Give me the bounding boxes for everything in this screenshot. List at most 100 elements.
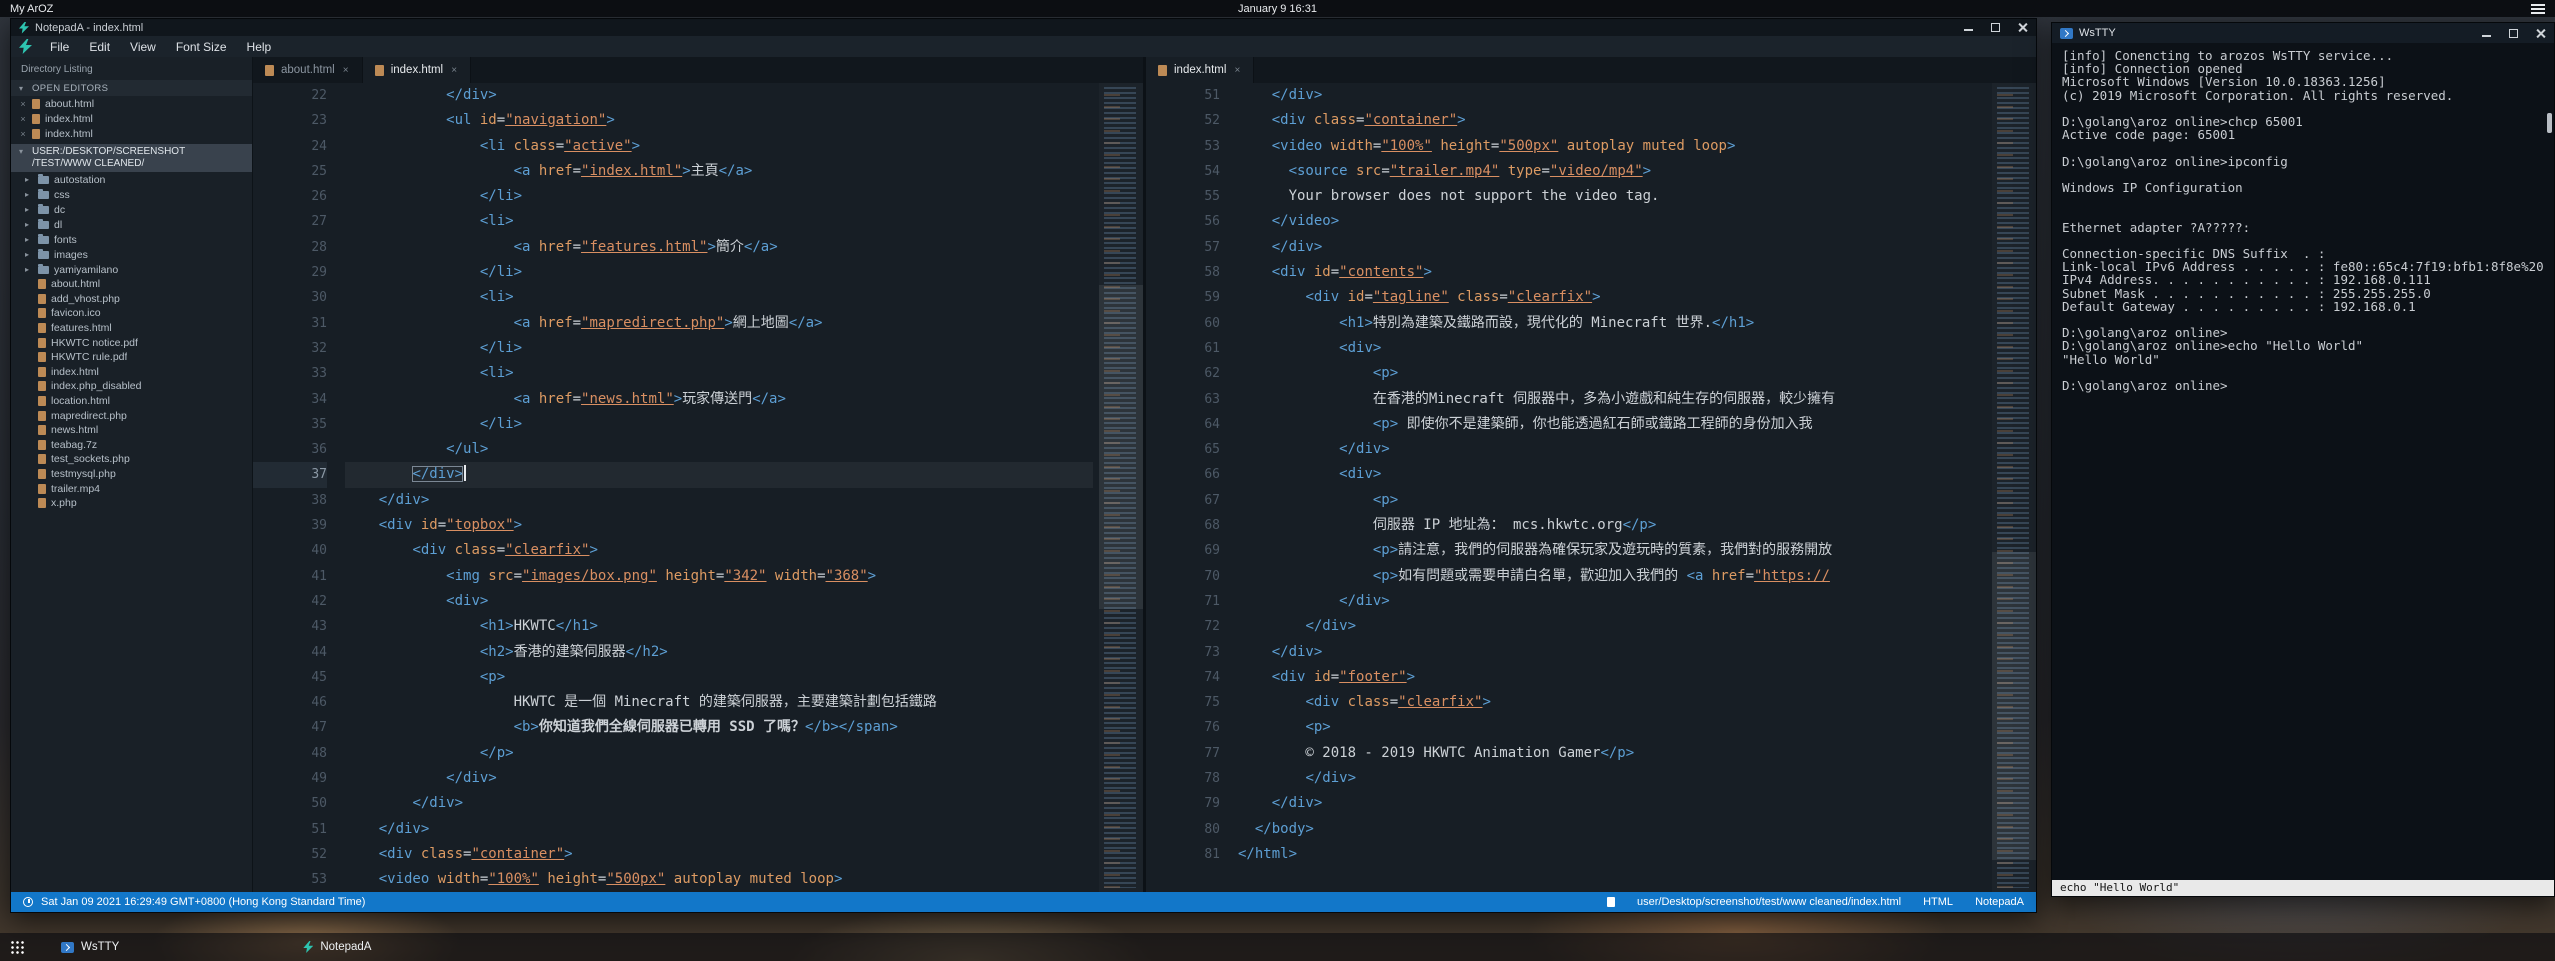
file-item[interactable]: testmysql.php (11, 467, 252, 482)
folder-list: ▸autostation▸css▸dc▸dl▸fonts▸images▸yami… (11, 172, 252, 277)
terminal-scrollbar[interactable] (2547, 113, 2552, 133)
folder-label: css (54, 189, 70, 201)
status-app-name: NotepadA (1975, 896, 2024, 908)
folder-item[interactable]: ▸ yamiyamilano (11, 262, 252, 277)
minimize-button[interactable] (1963, 22, 1974, 33)
taskbar-item-wstty[interactable]: WsTTY (53, 933, 127, 961)
code-editor-right[interactable]: </div> <div class="container"> <video wi… (1234, 83, 2036, 892)
minimap[interactable] (1099, 83, 1143, 892)
file-item[interactable]: news.html (11, 423, 252, 438)
file-icon (38, 484, 46, 494)
file-label: teabag.7z (51, 439, 97, 451)
tab-label: index.html (391, 64, 443, 76)
folder-label: yamiyamilano (54, 264, 118, 276)
system-brand[interactable]: My ArOZ (10, 3, 53, 15)
notepada-icon (303, 941, 313, 953)
file-icon (38, 425, 46, 435)
menu-file[interactable]: File (40, 40, 79, 54)
taskbar-item-notepada[interactable]: NotepadA (295, 933, 379, 961)
terminal-output[interactable]: [info] Conencting to arozos WsTTY servic… (2052, 43, 2546, 880)
status-syntax-mode[interactable]: HTML (1923, 896, 1953, 908)
open-editor-label: index.html (45, 113, 93, 125)
file-item[interactable]: features.html (11, 321, 252, 336)
system-clock: January 9 16:31 (1238, 3, 1317, 15)
file-icon (38, 381, 46, 391)
folder-item[interactable]: ▸fonts (11, 232, 252, 247)
file-item[interactable]: location.html (11, 394, 252, 409)
wstty-titlebar[interactable]: WsTTY (2052, 23, 2554, 43)
file-label: HKWTC notice.pdf (51, 337, 138, 349)
close-button[interactable] (2017, 22, 2028, 33)
open-editor-item[interactable]: × about.html (11, 96, 252, 111)
window-title: NotepadA - index.html (35, 22, 143, 34)
folder-item[interactable]: ▸dc (11, 202, 252, 217)
tab-index.html[interactable]: index.html × (1146, 57, 1254, 83)
menu-view[interactable]: View (120, 40, 166, 54)
file-item[interactable]: trailer.mp4 (11, 481, 252, 496)
file-item[interactable]: HKWTC rule.pdf (11, 350, 252, 365)
tab-index.html[interactable]: index.html × (363, 57, 471, 83)
chevron-right-icon: ▸ (25, 175, 33, 184)
file-item[interactable]: index.html (11, 365, 252, 380)
minimap[interactable] (1992, 83, 2036, 892)
close-button[interactable] (2535, 28, 2546, 39)
close-icon[interactable]: × (450, 65, 458, 76)
file-item[interactable]: favicon.ico (11, 306, 252, 321)
maximize-button[interactable] (2508, 28, 2519, 39)
tab-label: index.html (1174, 64, 1226, 76)
menu-help[interactable]: Help (237, 40, 282, 54)
minimap-viewport[interactable] (1099, 285, 1143, 609)
notepada-titlebar[interactable]: NotepadA - index.html (11, 19, 2036, 36)
file-item[interactable]: mapredirect.php (11, 408, 252, 423)
close-icon[interactable]: × (19, 99, 27, 109)
file-item[interactable]: teabag.7z (11, 438, 252, 453)
code-editor-left[interactable]: </div> <ul id="navigation"> <li class="a… (341, 83, 1143, 892)
minimap-viewport[interactable] (1992, 552, 2036, 859)
system-topbar: My ArOZ January 9 16:31 (0, 0, 2555, 17)
menu-font-size[interactable]: Font Size (166, 40, 237, 54)
tabbar-left: about.html× index.html × (253, 57, 1143, 83)
minimize-button[interactable] (2481, 28, 2492, 39)
open-editors-header[interactable]: ▾ OPEN EDITORS (11, 80, 252, 96)
maximize-button[interactable] (1990, 22, 2001, 33)
chevron-down-icon: ▾ (19, 146, 27, 170)
file-label: mapredirect.php (51, 410, 127, 422)
folder-item[interactable]: ▸css (11, 187, 252, 202)
close-icon[interactable]: × (19, 129, 27, 139)
status-filepath: user/Desktop/screenshot/test/www cleaned… (1637, 896, 1901, 908)
open-editors-label: OPEN EDITORS (32, 83, 108, 94)
close-icon[interactable]: × (342, 65, 350, 76)
tab-about.html[interactable]: about.html× (253, 57, 363, 83)
open-editor-item[interactable]: × index.html (11, 111, 252, 126)
folder-item[interactable]: ▸dl (11, 217, 252, 232)
chevron-right-icon: ▸ (25, 265, 33, 274)
file-item[interactable]: index.php_disabled (11, 379, 252, 394)
file-label: testmysql.php (51, 468, 116, 480)
file-label: x.php (51, 497, 77, 509)
hamburger-menu-icon[interactable] (2531, 4, 2545, 14)
file-icon (38, 396, 46, 406)
folder-item[interactable]: ▸images (11, 247, 252, 262)
close-icon[interactable]: × (19, 114, 27, 124)
file-item[interactable]: add_vhost.php (11, 292, 252, 307)
file-list: about.htmladd_vhost.phpfavicon.icofeatur… (11, 277, 252, 511)
terminal-input[interactable]: echo "Hello World" (2052, 880, 2554, 896)
file-label: index.html (51, 366, 99, 378)
file-icon (38, 367, 46, 377)
file-item[interactable]: HKWTC notice.pdf (11, 335, 252, 350)
file-item[interactable]: x.php (11, 496, 252, 511)
workspace-folder-header[interactable]: ▾ USER:/DESKTOP/SCREENSHOT /TEST/WWW CLE… (11, 144, 252, 172)
folder-item[interactable]: ▸autostation (11, 172, 252, 187)
app-launcher-icon[interactable] (10, 940, 25, 955)
file-item[interactable]: about.html (11, 277, 252, 292)
file-icon (38, 498, 46, 508)
file-icon (38, 469, 46, 479)
close-icon[interactable]: × (1233, 65, 1241, 76)
menu-edit[interactable]: Edit (79, 40, 120, 54)
open-editor-label: about.html (45, 98, 94, 110)
open-editor-label: index.html (45, 128, 93, 140)
taskbar-item-label: NotepadA (320, 941, 371, 953)
folder-icon (38, 251, 49, 259)
file-item[interactable]: test_sockets.php (11, 452, 252, 467)
open-editor-item[interactable]: × index.html (11, 126, 252, 141)
